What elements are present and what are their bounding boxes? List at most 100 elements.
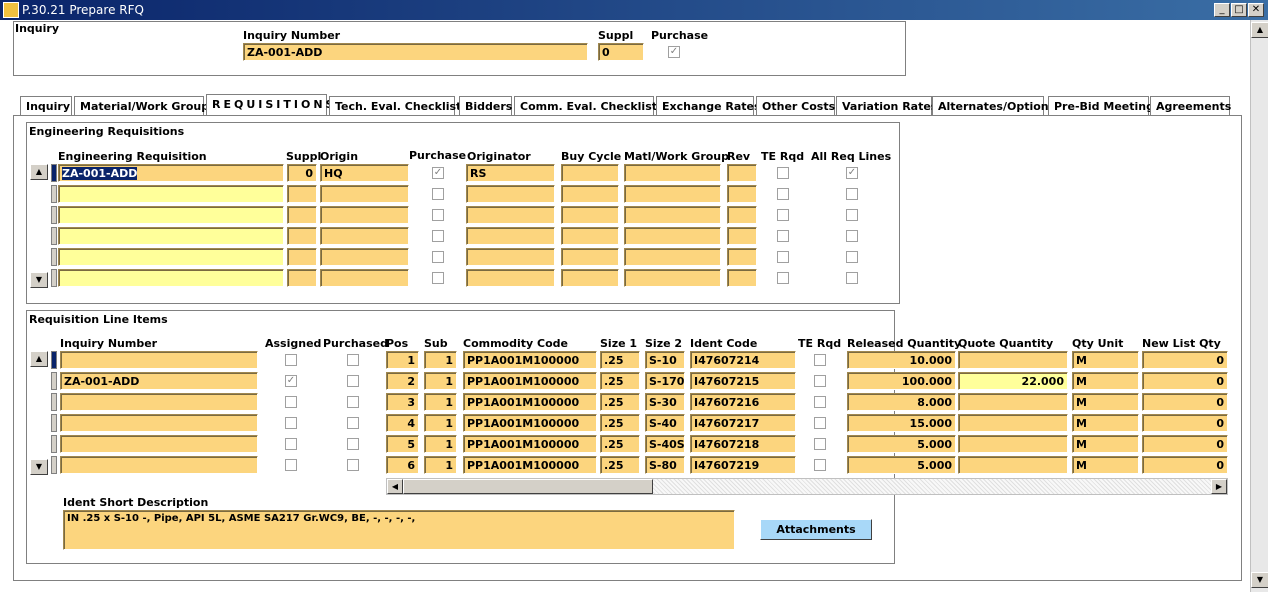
line-released-field[interactable]: 100.000 (847, 372, 956, 390)
line-unit-field[interactable]: M (1072, 414, 1139, 432)
eng-all-lines-checkbox[interactable]: ✓ (846, 167, 858, 179)
eng-originator-field[interactable] (466, 185, 555, 203)
eng-te-rqd-checkbox[interactable] (777, 251, 789, 263)
tab-bidders[interactable]: Bidders (459, 96, 512, 116)
hscroll-thumb[interactable] (403, 479, 653, 494)
eng-originator-field[interactable] (466, 269, 555, 287)
tab-tech-eval-checklists[interactable]: Tech. Eval. Checklists (329, 96, 468, 116)
line-released-field[interactable]: 5.000 (847, 435, 956, 453)
line-commodity-field[interactable]: PP1A001M100000 (463, 393, 597, 411)
line-quote-field[interactable] (958, 414, 1068, 432)
line-commodity-field[interactable]: PP1A001M100000 (463, 435, 597, 453)
eng-req-field[interactable] (58, 248, 284, 266)
eng-all-lines-checkbox[interactable] (846, 272, 858, 284)
row-marker[interactable] (51, 435, 57, 453)
eng-te-rqd-checkbox[interactable] (777, 209, 789, 221)
eng-origin-field[interactable] (320, 227, 409, 245)
eng-req-field[interactable] (58, 227, 284, 245)
line-te-rqd-checkbox[interactable] (814, 375, 826, 387)
line-assigned-checkbox[interactable] (285, 438, 297, 450)
eng-buy-cycle-field[interactable] (561, 227, 619, 245)
line-purchased-checkbox[interactable] (347, 459, 359, 471)
line-pos-field[interactable]: 6 (386, 456, 419, 474)
line-purchased-checkbox[interactable] (347, 375, 359, 387)
eng-suppl-field[interactable] (287, 185, 317, 203)
eng-all-lines-checkbox[interactable] (846, 230, 858, 242)
scroll-up-button[interactable]: ▲ (1251, 22, 1268, 38)
eng-origin-field[interactable] (320, 185, 409, 203)
line-unit-field[interactable]: M (1072, 456, 1139, 474)
eng-suppl-field[interactable] (287, 227, 317, 245)
line-inquiry-field[interactable] (60, 393, 258, 411)
line-size2-field[interactable]: S-30 (645, 393, 685, 411)
line-inquiry-field[interactable] (60, 456, 258, 474)
eng-originator-field[interactable] (466, 206, 555, 224)
eng-buy-cycle-field[interactable] (561, 206, 619, 224)
line-sub-field[interactable]: 1 (424, 393, 457, 411)
purchase-checkbox[interactable]: ✓ (668, 46, 680, 58)
line-te-rqd-checkbox[interactable] (814, 459, 826, 471)
eng-all-lines-checkbox[interactable] (846, 188, 858, 200)
line-commodity-field[interactable]: PP1A001M100000 (463, 414, 597, 432)
line-ident-field[interactable]: I47607216 (690, 393, 796, 411)
line-inquiry-field[interactable] (60, 435, 258, 453)
tab-agreements[interactable]: Agreements (1150, 96, 1231, 116)
eng-suppl-field[interactable] (287, 206, 317, 224)
line-released-field[interactable]: 15.000 (847, 414, 956, 432)
line-quote-field[interactable] (958, 435, 1068, 453)
eng-buy-cycle-field[interactable] (561, 248, 619, 266)
row-marker[interactable] (51, 393, 57, 411)
line-quote-field[interactable] (958, 351, 1068, 369)
eng-rev-field[interactable] (727, 185, 757, 203)
line-items-scroll-down[interactable]: ▼ (30, 459, 48, 475)
row-marker[interactable] (51, 456, 57, 474)
eng-buy-cycle-field[interactable] (561, 164, 619, 182)
eng-purchase-checkbox[interactable]: ✓ (432, 167, 444, 179)
line-purchased-checkbox[interactable] (347, 396, 359, 408)
line-assigned-checkbox[interactable] (285, 396, 297, 408)
line-released-field[interactable]: 8.000 (847, 393, 956, 411)
line-te-rqd-checkbox[interactable] (814, 438, 826, 450)
inquiry-number-field[interactable]: ZA-001-ADD (243, 43, 588, 61)
eng-purchase-checkbox[interactable] (432, 272, 444, 284)
line-size1-field[interactable]: .25 (600, 351, 640, 369)
line-unit-field[interactable]: M (1072, 393, 1139, 411)
line-te-rqd-checkbox[interactable] (814, 396, 826, 408)
line-size1-field[interactable]: .25 (600, 456, 640, 474)
line-purchased-checkbox[interactable] (347, 438, 359, 450)
eng-te-rqd-checkbox[interactable] (777, 230, 789, 242)
eng-req-scroll-up[interactable]: ▲ (30, 164, 48, 180)
line-size1-field[interactable]: .25 (600, 393, 640, 411)
line-quote-field[interactable] (958, 393, 1068, 411)
eng-matl-group-field[interactable] (624, 248, 721, 266)
eng-purchase-checkbox[interactable] (432, 209, 444, 221)
line-unit-field[interactable]: M (1072, 372, 1139, 390)
line-purchased-checkbox[interactable] (347, 417, 359, 429)
row-marker[interactable] (51, 372, 57, 390)
line-items-scroll-up[interactable]: ▲ (30, 351, 48, 367)
eng-req-scroll-down[interactable]: ▼ (30, 272, 48, 288)
line-size2-field[interactable]: S-170 (645, 372, 685, 390)
line-size2-field[interactable]: S-40S (645, 435, 685, 453)
eng-req-field[interactable] (58, 206, 284, 224)
eng-originator-field[interactable]: RS (466, 164, 555, 182)
eng-purchase-checkbox[interactable] (432, 188, 444, 200)
line-pos-field[interactable]: 1 (386, 351, 419, 369)
row-marker[interactable] (51, 269, 57, 287)
row-marker[interactable] (51, 351, 57, 369)
line-commodity-field[interactable]: PP1A001M100000 (463, 372, 597, 390)
eng-matl-group-field[interactable] (624, 185, 721, 203)
line-items-hscrollbar[interactable]: ◀ ▶ (386, 478, 1228, 495)
line-ident-field[interactable]: I47607215 (690, 372, 796, 390)
eng-origin-field[interactable]: HQ (320, 164, 409, 182)
tab-comm-eval-checklists[interactable]: Comm. Eval. Checklists (514, 96, 664, 116)
eng-suppl-field[interactable]: 0 (287, 164, 317, 182)
line-sub-field[interactable]: 1 (424, 351, 457, 369)
line-pos-field[interactable]: 5 (386, 435, 419, 453)
line-new-list-field[interactable]: 0 (1142, 414, 1228, 432)
eng-all-lines-checkbox[interactable] (846, 209, 858, 221)
eng-req-field[interactable] (58, 185, 284, 203)
line-new-list-field[interactable]: 0 (1142, 435, 1228, 453)
eng-suppl-field[interactable] (287, 269, 317, 287)
close-button[interactable]: ✕ (1248, 3, 1264, 17)
